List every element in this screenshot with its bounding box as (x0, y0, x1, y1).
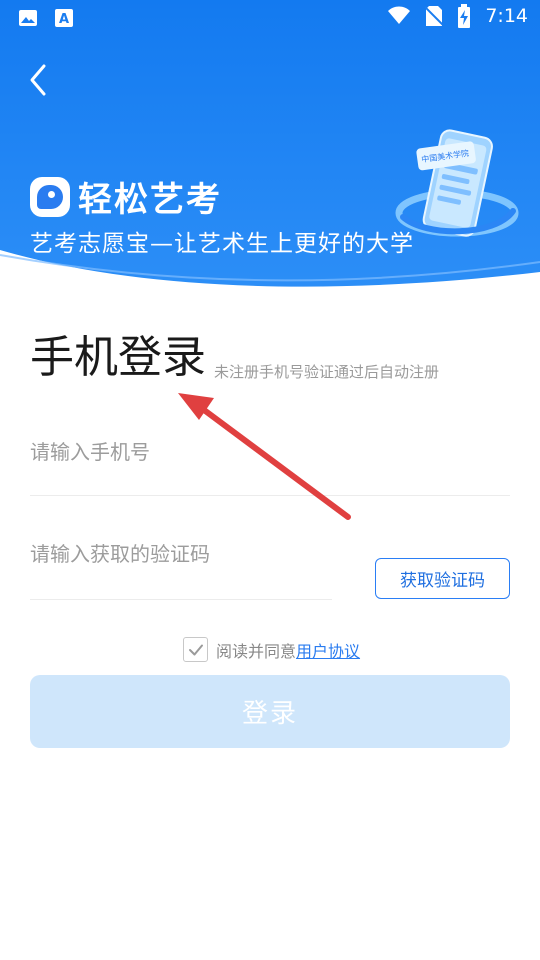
check-icon (188, 644, 203, 655)
no-sim-icon (425, 6, 444, 26)
agree-prefix-text: 阅读并同意 (216, 641, 297, 661)
title-row: 手机登录 未注册手机号验证通过后自动注册 (30, 330, 439, 386)
get-code-button[interactable]: 获取验证码 (375, 558, 510, 599)
wifi-icon (388, 6, 411, 24)
chevron-left-icon (30, 64, 46, 96)
status-bar: A 7:14 (0, 0, 540, 36)
brand: 轻松艺考 (30, 172, 222, 221)
battery-charging-icon (458, 4, 471, 28)
gallery-icon (19, 10, 37, 26)
phone-input[interactable] (30, 440, 510, 464)
svg-text:A: A (59, 12, 69, 27)
code-field (30, 542, 332, 600)
verification-code-input[interactable] (30, 542, 332, 566)
agreement-row: 阅读并同意 用户协议 (183, 637, 360, 662)
status-time: 7:14 (485, 5, 528, 27)
page-subtitle: 未注册手机号验证通过后自动注册 (214, 363, 440, 381)
login-button[interactable]: 登录 (30, 675, 510, 748)
brand-logo-icon (30, 176, 70, 217)
back-button[interactable] (22, 62, 58, 98)
phone-field (30, 440, 510, 496)
header-banner: A 7:14 轻松艺考 艺考志愿宝—让艺术生上更好的大学 中国美术学院 (0, 0, 540, 300)
phone-illustration-icon: 中国美术学院 (395, 129, 519, 237)
brand-slogan: 艺考志愿宝—让艺术生上更好的大学 (30, 231, 414, 257)
agree-checkbox[interactable] (183, 637, 208, 662)
font-a-icon: A (55, 9, 73, 27)
brand-name: 轻松艺考 (78, 180, 222, 220)
user-agreement-link[interactable]: 用户协议 (296, 638, 360, 662)
page-title: 手机登录 (30, 332, 206, 383)
